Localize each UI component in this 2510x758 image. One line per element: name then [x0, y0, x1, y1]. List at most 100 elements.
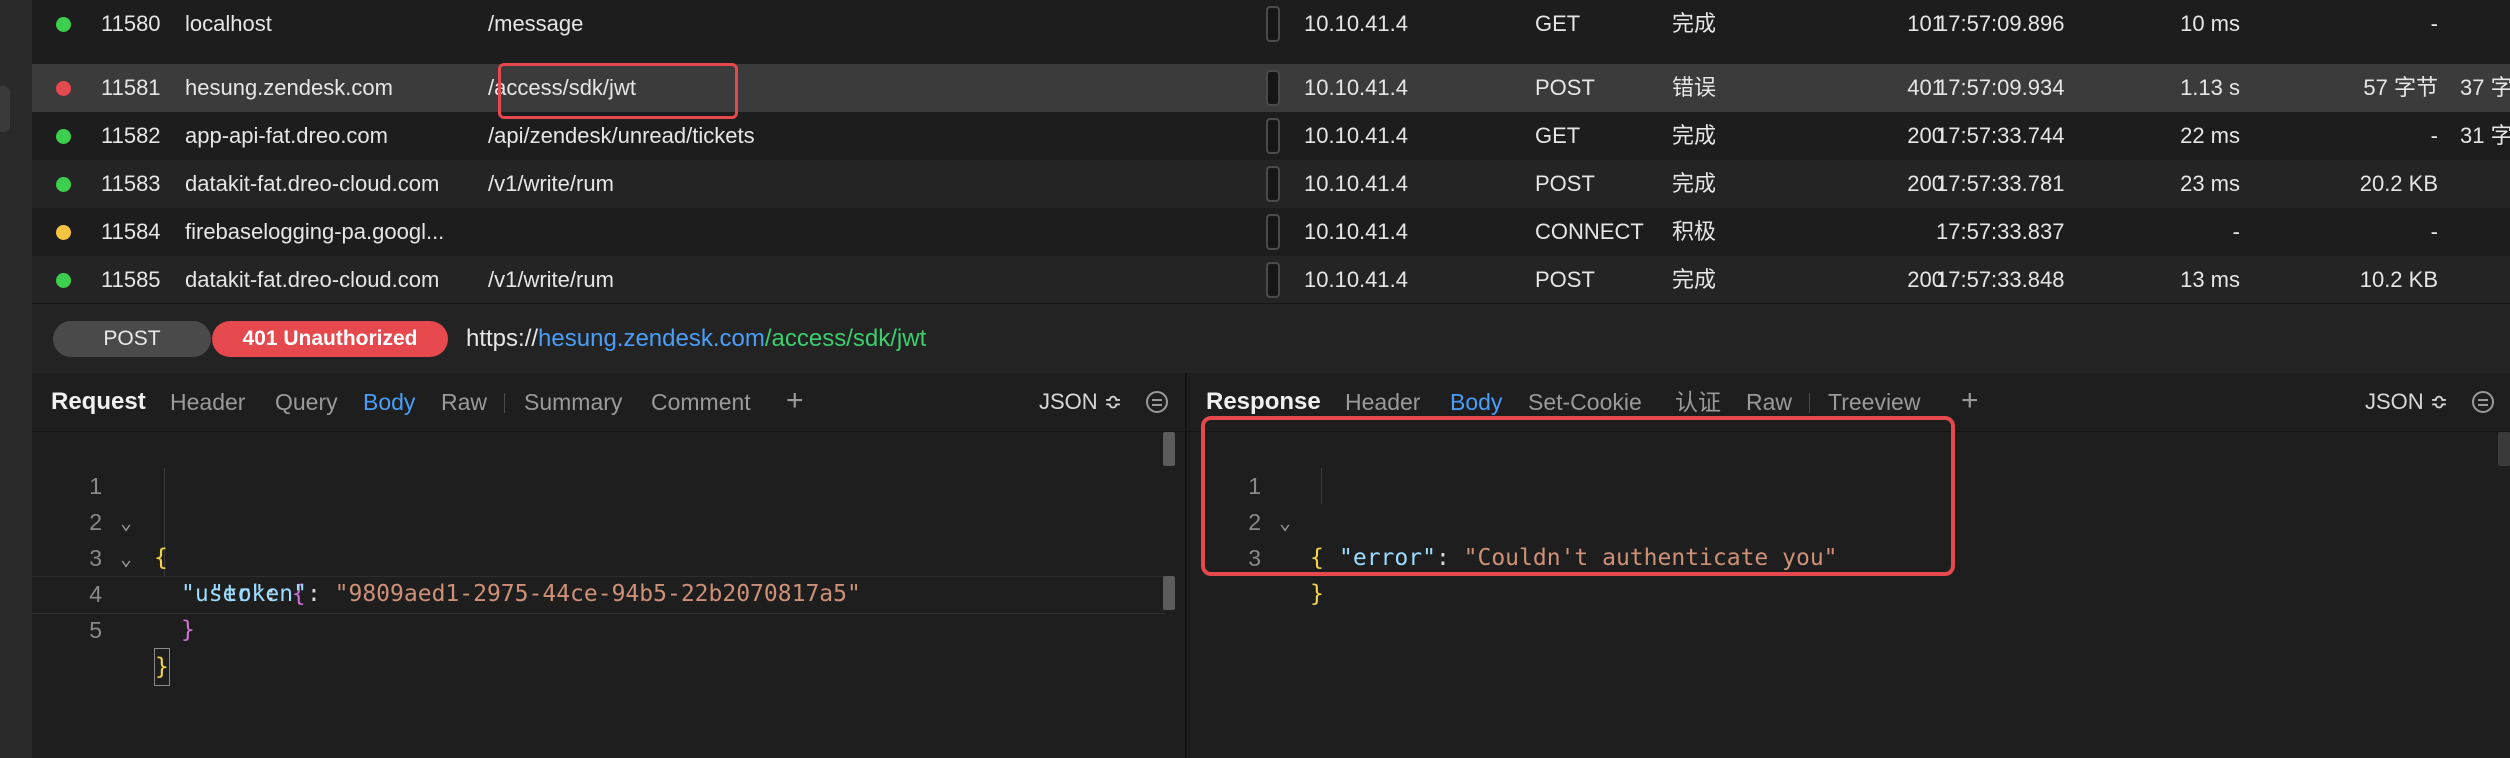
row-size: -: [2430, 123, 2438, 148]
request-body-editor[interactable]: 1 ⌄ { 2 ⌄ "user": { 3 "token": "9809aed1…: [32, 432, 1185, 758]
row-host: firebaselogging-pa.googl...: [185, 219, 445, 244]
row-code: 101: [1907, 11, 1944, 36]
tab-raw[interactable]: Raw: [441, 373, 487, 431]
format-selector[interactable]: JSON ≎: [2365, 373, 2448, 431]
row-path: /api/zendesk/unread/tickets: [488, 123, 755, 148]
row-id: 11585: [101, 267, 161, 292]
row-method: POST: [1535, 75, 1595, 100]
add-tab-icon[interactable]: +: [1961, 373, 1979, 429]
status-dot-icon: [56, 225, 71, 240]
row-size: 57 字节: [2363, 75, 2438, 100]
url-host: hesung.zendesk.com: [538, 325, 765, 352]
close-brace: }: [1310, 581, 1324, 607]
row-size: 20.2 KB: [2359, 171, 2438, 196]
tab-divider: [1809, 393, 1810, 413]
row-method: POST: [1535, 267, 1595, 292]
tab-body[interactable]: Body: [363, 373, 415, 431]
editor-scrollbar[interactable]: [2498, 432, 2510, 466]
row-id: 11580: [101, 11, 161, 36]
row-duration: 1.13 s: [2180, 75, 2240, 100]
table-row[interactable]: 11583 datakit-fat.dreo-cloud.com /v1/wri…: [32, 160, 2510, 208]
tab-comment[interactable]: Comment: [651, 373, 751, 431]
row-duration: 23 ms: [2180, 171, 2240, 196]
row-column-splitter[interactable]: [1266, 262, 1280, 298]
request-url[interactable]: https://hesung.zendesk.com/access/sdk/jw…: [466, 321, 926, 357]
sidebar-handle[interactable]: [0, 86, 10, 132]
status-dot-icon: [56, 17, 71, 32]
row-duration: 22 ms: [2180, 123, 2240, 148]
row-time: 17:57:33.837: [1936, 219, 2065, 244]
format-selector[interactable]: JSON ≎: [1039, 373, 1122, 431]
request-title: Request: [51, 388, 146, 415]
row-ip: 10.10.41.4: [1304, 123, 1408, 148]
row-id: 11582: [101, 123, 161, 148]
table-row[interactable]: 11585 datakit-fat.dreo-cloud.com /v1/wri…: [32, 256, 2510, 303]
status-dot-icon: [56, 81, 71, 96]
row-duration: 13 ms: [2180, 267, 2240, 292]
method-badge: POST: [53, 321, 211, 357]
menu-icon[interactable]: [1146, 391, 1168, 413]
status-badge: 401 Unauthorized: [212, 321, 448, 357]
row-size: -: [2430, 219, 2438, 244]
tab-query[interactable]: Query: [275, 373, 338, 431]
row-host: localhost: [185, 11, 272, 36]
row-time: 17:57:33.781: [1936, 171, 2065, 196]
row-code: 401: [1907, 75, 1944, 100]
code-line: 3 "token": "9809aed1-2975-44ce-94b5-22b2…: [32, 504, 1185, 607]
editor-scrollbar-marker[interactable]: [1163, 576, 1175, 610]
url-scheme: https://: [466, 325, 539, 352]
table-row[interactable]: 11580 localhost /message 10.10.41.4 GET …: [32, 0, 2510, 48]
row-column-splitter[interactable]: [1266, 70, 1280, 106]
row-code: 200: [1907, 123, 1944, 148]
row-column-splitter[interactable]: [1266, 6, 1280, 42]
response-highlight-annotation: [1201, 416, 1955, 576]
left-sidebar-strip: [0, 0, 33, 758]
row-status: 完成: [1672, 123, 1717, 148]
menu-icon[interactable]: [2472, 391, 2494, 413]
row-ip: 10.10.41.4: [1304, 171, 1408, 196]
row-host: hesung.zendesk.com: [185, 75, 393, 100]
editor-scrollbar[interactable]: [1163, 432, 1175, 466]
row-ip: 10.10.41.4: [1304, 75, 1408, 100]
row-column-splitter[interactable]: [1266, 214, 1280, 250]
code-line: 2 ⌄ "user": {: [32, 468, 1185, 607]
response-body-editor[interactable]: 1 ⌄ { 2 "error": "Couldn't authenticate …: [1187, 416, 2510, 758]
row-time: 17:57:09.896: [1936, 11, 2065, 36]
row-time: 17:57:33.744: [1936, 123, 2065, 148]
row-host: datakit-fat.dreo-cloud.com: [185, 267, 440, 292]
add-tab-icon[interactable]: +: [786, 373, 804, 429]
row-duration: -: [2232, 219, 2240, 244]
row-method: CONNECT: [1535, 219, 1644, 244]
row-code: 200: [1907, 171, 1944, 196]
request-table: 11579 11580 localhost /message 10.10.41.…: [32, 0, 2510, 303]
row-column-splitter[interactable]: [1266, 118, 1280, 154]
row-path: /message: [488, 11, 584, 36]
row-method: GET: [1535, 11, 1581, 36]
line-number: 5: [89, 617, 102, 643]
table-row-selected[interactable]: 11581 hesung.zendesk.com /access/sdk/jwt…: [32, 64, 2510, 112]
row-status: 错误: [1672, 75, 1717, 100]
row-ip: 10.10.41.4: [1304, 219, 1408, 244]
row-time: 17:57:09.934: [1936, 75, 2065, 100]
close-brace-inner: }: [181, 617, 195, 643]
row-host: app-api-fat.dreo.com: [185, 123, 388, 148]
row-path: /v1/write/rum: [488, 171, 614, 196]
code-line: 5 }: [32, 576, 1185, 686]
row-host: datakit-fat.dreo-cloud.com: [185, 171, 440, 196]
row-size: -: [2430, 11, 2438, 36]
table-row[interactable]: 11584 firebaselogging-pa.googl... 10.10.…: [32, 208, 2510, 256]
request-panel: Request Header Query Body Raw Summary Co…: [32, 373, 1187, 758]
tab-header[interactable]: Header: [170, 373, 245, 431]
row-status: 积极: [1672, 219, 1717, 244]
row-id: 11584: [101, 219, 161, 244]
row-id: 11583: [101, 171, 161, 196]
tab-summary[interactable]: Summary: [524, 373, 622, 431]
row-method: GET: [1535, 123, 1581, 148]
code-line: 4 }: [32, 540, 1185, 643]
row-ip: 10.10.41.4: [1304, 11, 1408, 36]
row-id: 11581: [101, 75, 161, 100]
code-line: 1 ⌄ {: [32, 432, 1185, 571]
response-panel: Response Header Body Set-Cookie 认证 Raw T…: [1187, 373, 2510, 758]
table-row[interactable]: 11582 app-api-fat.dreo.com /api/zendesk/…: [32, 112, 2510, 160]
row-column-splitter[interactable]: [1266, 166, 1280, 202]
